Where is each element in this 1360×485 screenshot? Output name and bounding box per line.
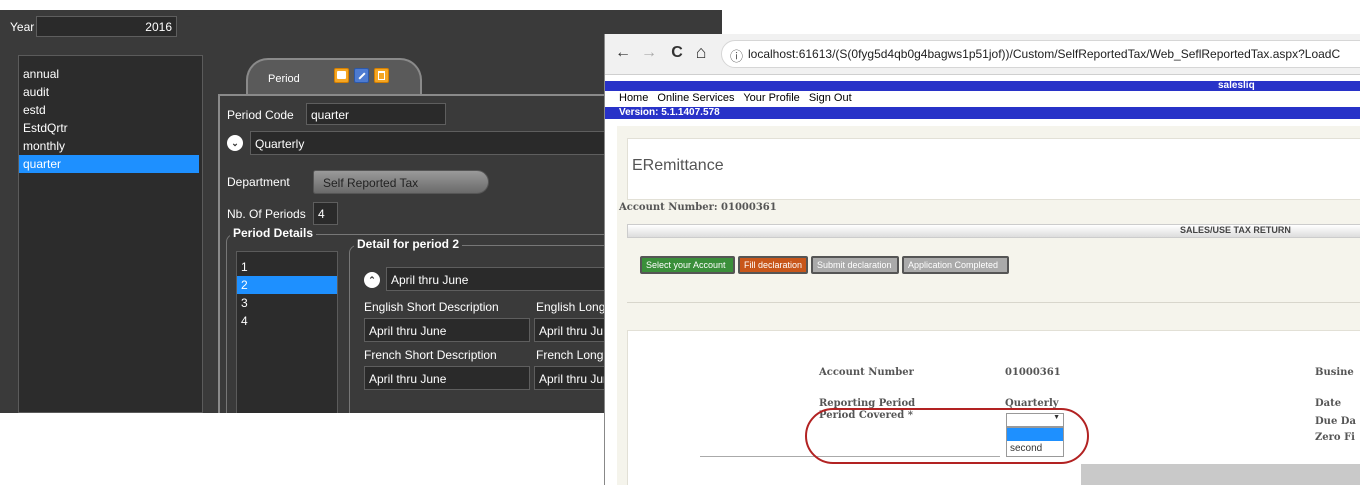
business-label: Busine — [1315, 367, 1354, 378]
period-number-item[interactable]: 4 — [237, 312, 337, 330]
page-title: ERemittance — [632, 157, 724, 174]
title-card: ERemittance — [627, 138, 1360, 200]
due-date-label: Due Da — [1315, 416, 1356, 427]
period-list-item[interactable]: monthly — [19, 137, 202, 155]
department-label: Department — [227, 175, 290, 189]
period-code-input[interactable]: quarter — [306, 103, 446, 125]
period-name-input[interactable]: Quarterly — [250, 131, 610, 155]
forward-icon[interactable]: → — [639, 44, 659, 62]
tab-period[interactable]: Period — [246, 58, 422, 96]
french-short-label: French Short Description — [364, 348, 497, 362]
account-number-heading: Account Number: 01000361 — [619, 202, 777, 213]
section-title: SALES/USE TAX RETURN — [1180, 225, 1291, 235]
period-details-legend: Period Details — [230, 226, 317, 240]
site-title: salesliq — [1218, 80, 1255, 91]
period-code-label: Period Code — [227, 108, 294, 122]
zero-filing-label: Zero Fi — [1315, 432, 1355, 443]
delete-icon[interactable] — [374, 68, 389, 83]
nb-periods-label: Nb. Of Periods — [227, 207, 306, 221]
version-band: Version: 5.1.1407.578 — [605, 107, 1360, 119]
url-text: localhost:61613/(S(0fyg5d4qb0g4bagws1p51… — [748, 47, 1341, 61]
period-detail-legend: Detail for period 2 — [354, 237, 463, 251]
year-label: Year — [10, 20, 35, 34]
period-list-item[interactable]: estd — [19, 101, 202, 119]
period-number-item[interactable]: 1 — [237, 258, 337, 276]
period-number-list[interactable]: 1234 — [236, 251, 338, 413]
back-icon[interactable]: ← — [613, 44, 633, 62]
account-number-label: Account Number — [819, 367, 914, 378]
period-list-item[interactable]: EstdQrtr — [19, 119, 202, 137]
section-header: SALES/USE TAX RETURN — [627, 224, 1360, 238]
english-long-label: English Long — [536, 300, 606, 314]
period-list-item[interactable]: audit — [19, 83, 202, 101]
version-text: Version: 5.1.1407.578 — [619, 107, 720, 118]
tab-period-label: Period — [268, 73, 300, 85]
period-code-list[interactable]: annual audit estd EstdQrtr monthly quarter — [18, 55, 203, 413]
menu-home[interactable]: Home — [619, 92, 648, 104]
home-icon[interactable]: ⌂ — [691, 42, 711, 63]
browser-window: ← → C ⌂ ⓘ localhost:61613/(S(0fyg5d4qb0g… — [604, 34, 1360, 485]
step-application-completed-button[interactable]: Application Completed — [902, 256, 1009, 274]
date-label: Date — [1315, 398, 1342, 409]
english-short-input[interactable]: April thru June — [364, 318, 530, 342]
site-info-icon[interactable]: ⓘ — [730, 46, 743, 65]
account-number-value: 01000361 — [1005, 367, 1061, 378]
period-number-item[interactable]: 2 — [237, 276, 337, 294]
chevron-up-icon[interactable]: ⌃ — [364, 272, 380, 288]
reload-icon[interactable]: C — [667, 44, 687, 62]
year-input[interactable]: 2016 — [36, 16, 177, 37]
menu-your-profile[interactable]: Your Profile — [743, 92, 799, 104]
chevron-down-icon[interactable]: ⌄ — [227, 135, 243, 151]
department-select[interactable]: Self Reported Tax — [313, 170, 489, 194]
menu-online-services[interactable]: Online Services — [657, 92, 734, 104]
divider — [627, 302, 1360, 303]
browser-toolbar: ← → C ⌂ ⓘ localhost:61613/(S(0fyg5d4qb0g… — [605, 34, 1360, 75]
edit-icon[interactable] — [354, 68, 369, 83]
save-icon[interactable] — [334, 68, 349, 83]
site-menu: Home Online Services Your Profile Sign O… — [619, 92, 858, 104]
french-short-input[interactable]: April thru June — [364, 366, 530, 390]
english-short-label: English Short Description — [364, 300, 499, 314]
step-fill-declaration-button[interactable]: Fill declaration — [738, 256, 808, 274]
nb-periods-input[interactable]: 4 — [313, 202, 338, 225]
address-bar[interactable]: ⓘ localhost:61613/(S(0fyg5d4qb0g4bagws1p… — [721, 40, 1360, 68]
site-header-band: salesliq — [605, 80, 1360, 91]
period-list-item[interactable]: annual — [19, 65, 202, 83]
step-submit-declaration-button[interactable]: Submit declaration — [811, 256, 899, 274]
french-long-label: French Long I — [536, 348, 611, 362]
submit-area[interactable] — [1081, 464, 1360, 485]
menu-sign-out[interactable]: Sign Out — [809, 92, 852, 104]
period-list-item[interactable]: quarter — [19, 155, 199, 173]
period-number-item[interactable]: 3 — [237, 294, 337, 312]
step-select-account-button[interactable]: Select your Account — [640, 256, 735, 274]
highlight-annotation — [805, 408, 1089, 464]
